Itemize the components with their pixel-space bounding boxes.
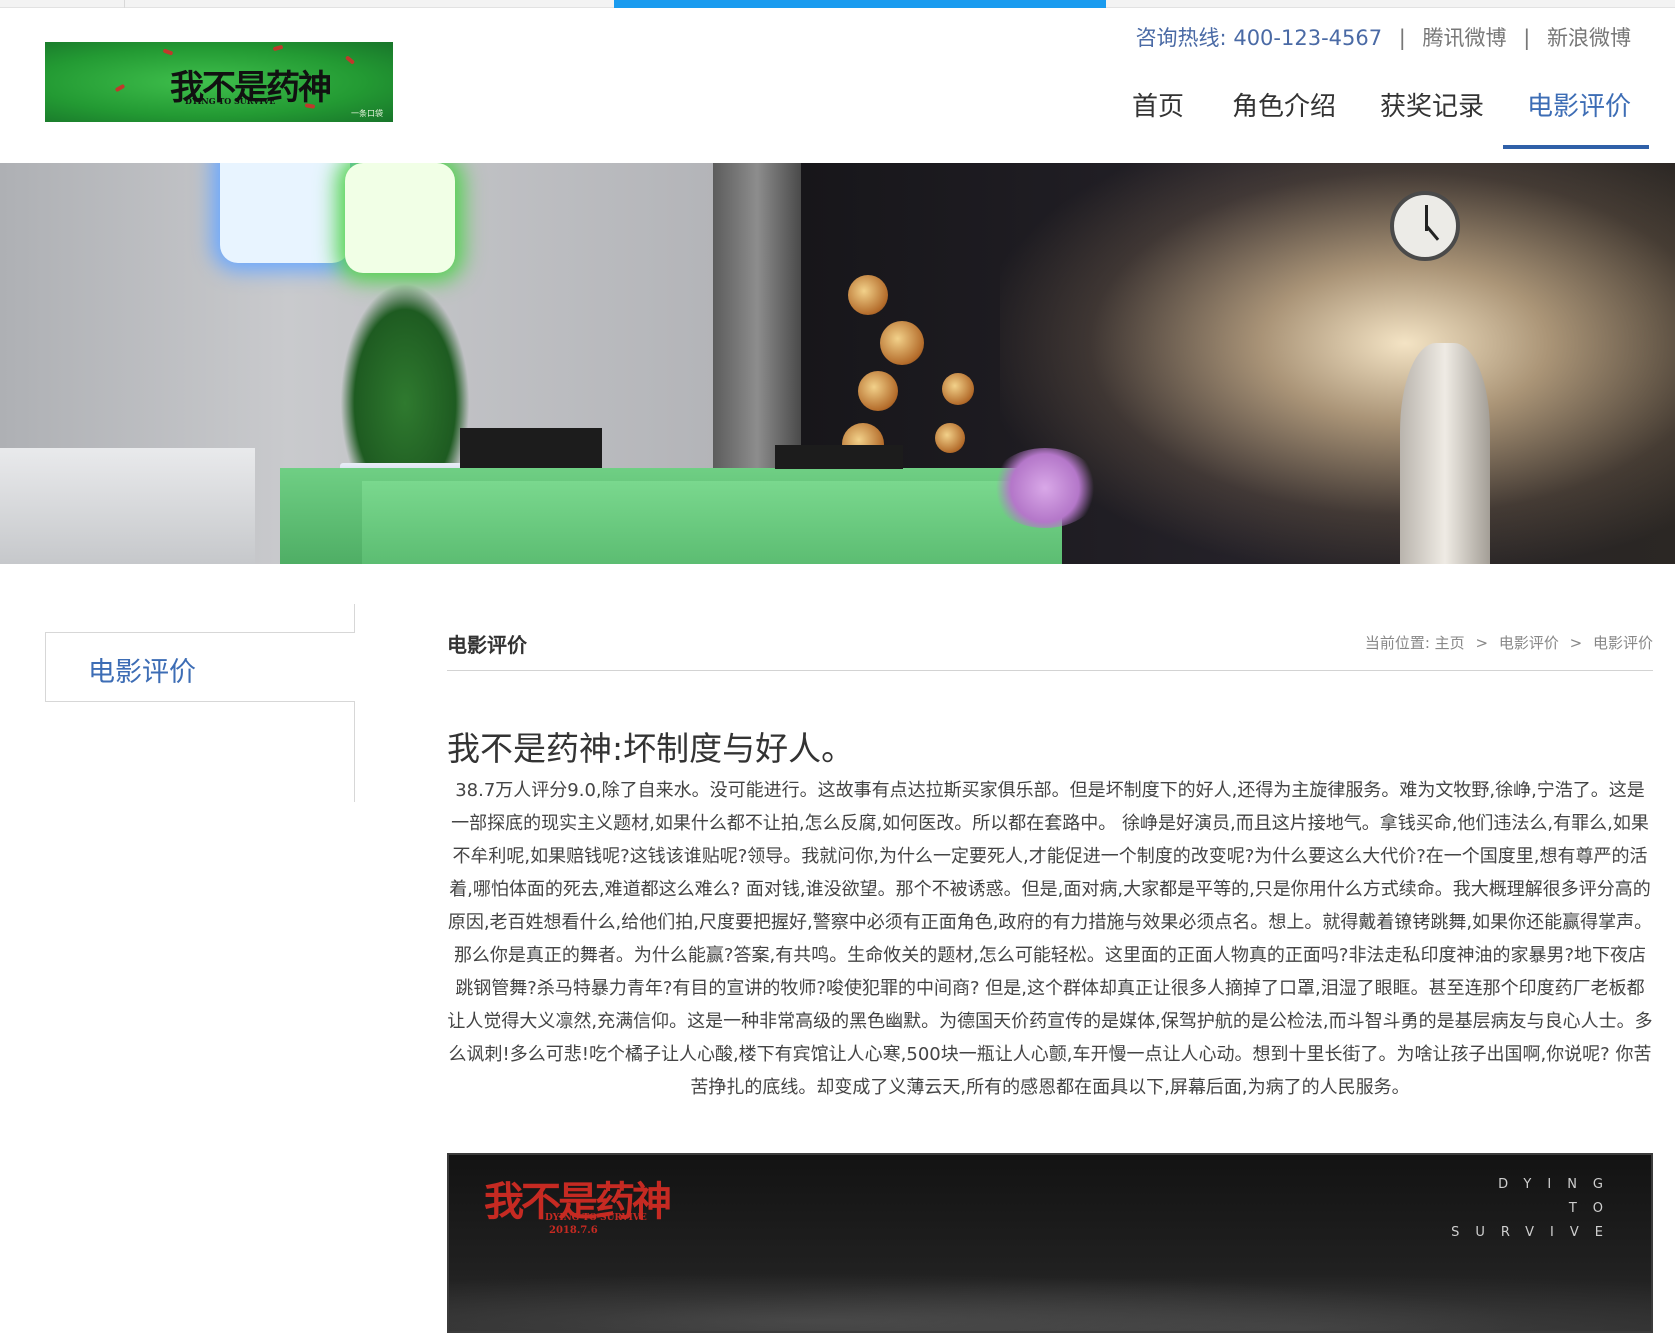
article-title: 我不是药神:坏制度与好人。 xyxy=(447,729,855,768)
nav-label: 首页 xyxy=(1132,92,1185,122)
logo-pill xyxy=(162,48,174,56)
banner-wall-disc xyxy=(942,373,974,405)
banner-wall-disc xyxy=(880,321,924,365)
nav-item-reviews[interactable]: 电影评价 xyxy=(1527,86,1631,150)
sidebar-item-label: 电影评价 xyxy=(88,657,196,688)
logo-subtitle: DYING TO SURVIVE xyxy=(185,96,276,106)
banner-wall-disc xyxy=(848,275,888,315)
sidebar-border xyxy=(354,702,355,802)
poster-haze xyxy=(449,1265,1651,1331)
nav-label: 角色介绍 xyxy=(1232,92,1337,122)
clock-icon xyxy=(1390,191,1460,261)
hero-banner xyxy=(0,163,1675,564)
breadcrumb-link-reviews[interactable]: 电影评价 xyxy=(1499,634,1559,652)
breadcrumb-current: 电影评价 xyxy=(1592,634,1653,652)
logo-pill xyxy=(272,44,284,52)
banner-tree-trunk xyxy=(1400,343,1490,564)
article-body: 38.7万人评分9.0,除了自来水。没可能进行。这故事有点达拉斯买家俱乐部。但是… xyxy=(447,780,1653,1098)
site-logo[interactable]: 我不是药神 DYING TO SURVIVE 一条口袋 xyxy=(45,42,393,122)
nav-item-awards[interactable]: 获奖记录 xyxy=(1380,86,1484,150)
separator: | xyxy=(1523,26,1531,50)
header-contact-bar: 咨询热线: 400-123-4567 | 腾讯微博 | 新浪微博 xyxy=(1136,22,1631,52)
banner-monitor xyxy=(775,445,903,469)
banner-tree-mural xyxy=(1000,163,1675,564)
nav-item-home[interactable]: 首页 xyxy=(1132,86,1184,150)
section-divider xyxy=(447,670,1653,671)
banner-counter-front xyxy=(362,481,1062,564)
poster-english-title: DYING TO SURVIVE xyxy=(1451,1173,1619,1245)
logo-pill xyxy=(344,55,356,65)
strip-divider xyxy=(124,0,125,8)
banner-printer xyxy=(0,448,255,564)
nav-item-characters[interactable]: 角色介绍 xyxy=(1232,86,1336,150)
poster-english-line: TO xyxy=(1568,1201,1619,1216)
separator: | xyxy=(1398,26,1406,50)
poster-date: 2018.7.6 xyxy=(549,1225,598,1236)
poster-english-line: SURVIVE xyxy=(1451,1225,1619,1240)
breadcrumb: 当前位置: 主页 > 电影评价 > 电影评价 xyxy=(1365,632,1653,653)
banner-wall-disc xyxy=(935,423,965,453)
movie-poster: 我不是药神 DYING TO SURVIVE 2018.7.6 DYING TO… xyxy=(447,1153,1653,1333)
banner-neon-bubble xyxy=(220,163,350,263)
sina-weibo-link[interactable]: 新浪微博 xyxy=(1547,26,1631,50)
progress-fill xyxy=(614,0,1106,8)
banner-plant xyxy=(340,283,470,483)
hotline-number[interactable]: 400-123-4567 xyxy=(1233,26,1382,50)
nav-active-underline xyxy=(1503,145,1649,149)
sidebar-item-reviews[interactable]: 电影评价 xyxy=(45,632,355,702)
poster-subtitle: DYING TO SURVIVE xyxy=(545,1213,647,1223)
banner-wall-disc xyxy=(858,371,898,411)
banner-monitor xyxy=(460,428,602,468)
breadcrumb-link-home[interactable]: 主页 xyxy=(1435,634,1465,652)
top-progress-strip xyxy=(0,0,1675,8)
breadcrumb-prefix: 当前位置: xyxy=(1364,634,1430,652)
section-title: 电影评价 xyxy=(447,633,527,657)
poster-english-line: DYING xyxy=(1498,1177,1619,1192)
breadcrumb-separator: > xyxy=(1475,634,1489,652)
breadcrumb-separator: > xyxy=(1569,634,1583,652)
banner-flowers xyxy=(990,448,1100,528)
nav-label: 获奖记录 xyxy=(1380,92,1485,122)
tencent-weibo-link[interactable]: 腾讯微博 xyxy=(1423,26,1507,50)
sidebar-border xyxy=(354,604,355,632)
logo-watermark: 一条口袋 xyxy=(351,109,383,118)
logo-pill xyxy=(114,83,126,93)
nav-label: 电影评价 xyxy=(1527,92,1632,122)
hotline-label: 咨询热线: xyxy=(1135,26,1227,50)
banner-neon-bubble xyxy=(345,163,455,273)
